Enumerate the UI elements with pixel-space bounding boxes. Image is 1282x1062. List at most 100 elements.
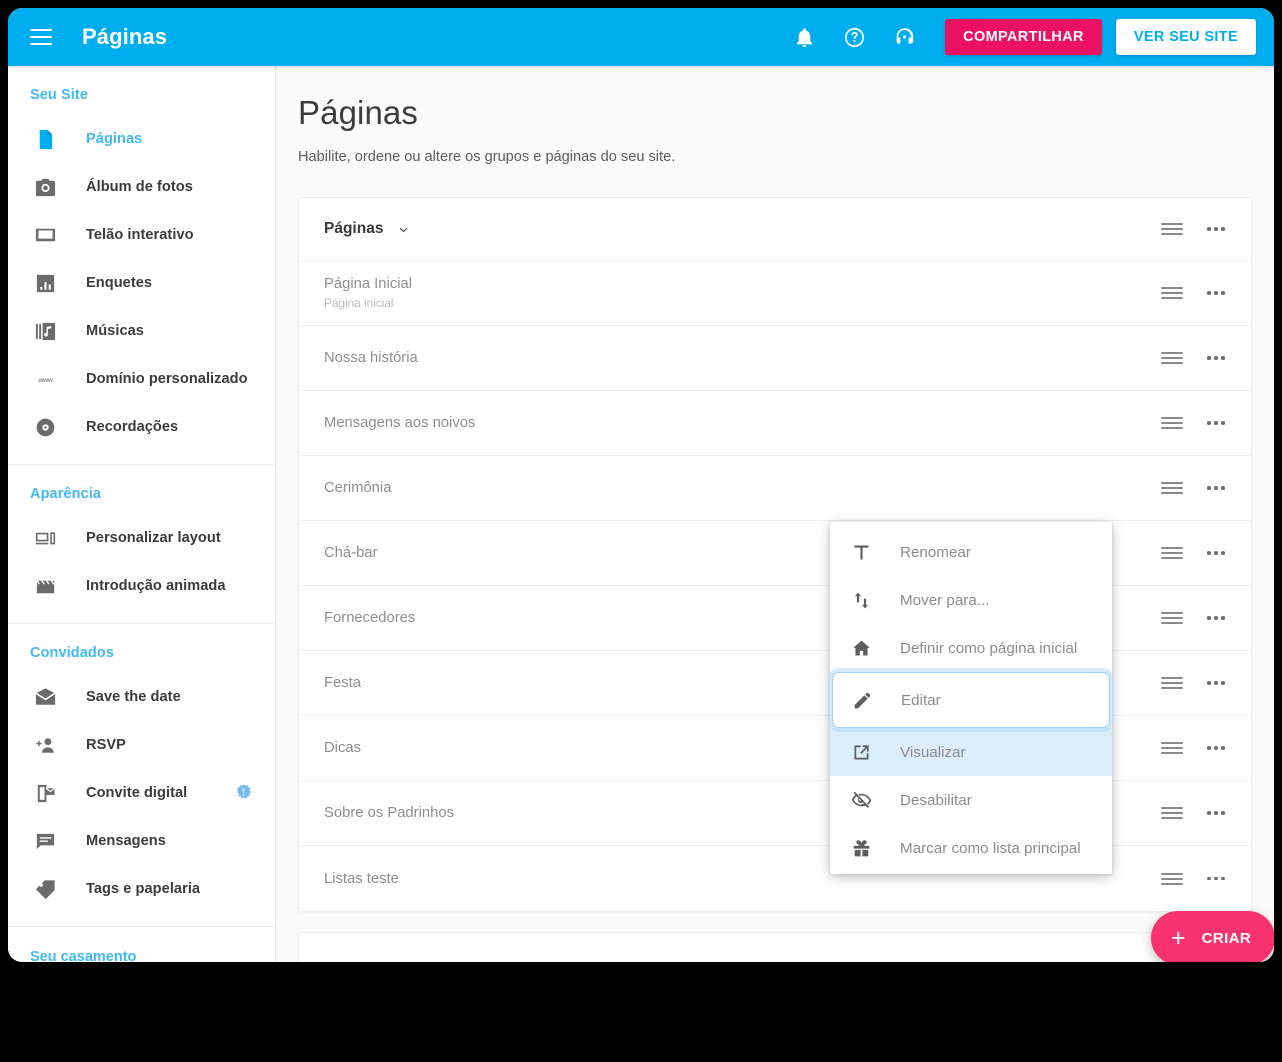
drag-handle-icon[interactable]	[1161, 284, 1183, 302]
external-link-icon	[848, 742, 874, 763]
headset-support-icon[interactable]	[891, 24, 917, 50]
sidebar-item-convite-digital[interactable]: Convite digital	[8, 769, 275, 817]
move-arrows-icon	[848, 590, 874, 611]
row-title: Listas teste	[324, 870, 399, 887]
page-title: Páginas	[298, 94, 418, 131]
row-title: Chá-bar	[324, 545, 378, 561]
sidebar-item-album-de-fotos[interactable]: Álbum de fotos	[8, 163, 275, 211]
envelope-icon	[30, 682, 60, 712]
drag-handle-icon[interactable]	[1161, 804, 1183, 822]
more-options-icon[interactable]	[1203, 282, 1229, 304]
sidebar-item-label: Convite digital	[86, 785, 188, 801]
context-menu-item-desabilitar[interactable]: Desabilitar	[830, 776, 1112, 824]
sidebar-item-tags-e-papelaria[interactable]: Tags e papelaria	[8, 865, 275, 913]
row-title: Dicas	[324, 740, 361, 756]
row-title: Página Inicial	[324, 276, 413, 292]
more-options-icon[interactable]	[1203, 607, 1229, 629]
sidebar-section-title: Seu Site	[30, 87, 89, 103]
table-row[interactable]: Página Inicial Página inicial	[299, 261, 1251, 326]
sidebar-item-rsvp[interactable]: RSVP	[8, 721, 275, 769]
sidebar-item-save-the-date[interactable]: Save the date	[8, 673, 275, 721]
sidebar-item-mensagens[interactable]: Mensagens	[8, 817, 275, 865]
sidebar-section-title: Aparência	[30, 486, 102, 502]
share-button[interactable]: COMPARTILHAR	[945, 19, 1102, 55]
sidebar-item-introducao-animada[interactable]: Introdução animada	[8, 562, 275, 610]
sidebar-item-label: Recordações	[86, 419, 179, 435]
context-menu-item-editar[interactable]: Editar	[832, 672, 1110, 728]
more-options-icon[interactable]	[1203, 347, 1229, 369]
hamburger-icon[interactable]	[30, 29, 52, 45]
table-row[interactable]: Nossa história	[299, 326, 1251, 391]
monitor-icon	[30, 220, 60, 250]
drag-handle-icon[interactable]	[1161, 544, 1183, 562]
row-title: Sobre os Padrinhos	[324, 805, 454, 821]
topbar-icon-group	[791, 24, 917, 50]
help-circle-icon[interactable]	[841, 24, 867, 50]
drag-handle-icon[interactable]	[1161, 349, 1183, 367]
more-options-icon[interactable]	[1203, 868, 1229, 890]
sidebar-item-personalizar-layout[interactable]: Personalizar layout	[8, 514, 275, 562]
more-options-icon[interactable]	[1203, 737, 1229, 759]
more-options-icon[interactable]	[1203, 802, 1229, 824]
sidebar-section-aparencia: Aparência Personalizar layout Introdução…	[8, 465, 275, 624]
chevron-down-icon[interactable]	[396, 222, 411, 237]
more-options-icon[interactable]	[1203, 542, 1229, 564]
row-title: Nossa história	[324, 350, 418, 366]
context-menu-item-label: Mover para...	[900, 591, 990, 609]
sidebar-item-telao-interativo[interactable]: Telão interativo	[8, 211, 275, 259]
view-site-button[interactable]: VER SEU SITE	[1115, 19, 1256, 55]
table-row[interactable]: Cerimônia	[299, 456, 1251, 521]
context-menu-item-visualizar[interactable]: Visualizar	[830, 728, 1112, 776]
create-fab-button[interactable]: + CRIAR	[1151, 911, 1274, 962]
sidebar-footer-link[interactable]: Seu casamento	[8, 927, 275, 962]
more-options-icon[interactable]	[1203, 412, 1229, 434]
drag-handle-icon[interactable]	[1161, 739, 1183, 757]
row-title: Cerimônia	[324, 480, 392, 496]
sidebar-item-label: Save the date	[86, 689, 181, 705]
more-options-icon[interactable]	[1203, 218, 1229, 240]
sidebar-item-enquetes[interactable]: Enquetes	[8, 259, 275, 307]
sidebar-item-dominio-personalizado[interactable]: www Domínio personalizado	[8, 355, 275, 403]
sidebar-item-label: Telão interativo	[86, 227, 194, 243]
drag-handle-icon[interactable]	[1161, 220, 1183, 238]
row-title: Mensagens aos noivos	[324, 415, 476, 431]
drag-handle-icon[interactable]	[1161, 870, 1183, 888]
sidebar-item-recordacoes[interactable]: Recordações	[8, 403, 275, 451]
page-title-topbar: Páginas	[82, 24, 168, 49]
drag-handle-icon[interactable]	[1161, 479, 1183, 497]
row-title: Fornecedores	[324, 610, 416, 626]
context-menu-item-marcar-como-lista-principal[interactable]: Marcar como lista principal	[830, 824, 1112, 872]
context-menu-item-definir-como-pagina-inicial[interactable]: Definir como página inicial	[830, 624, 1112, 672]
create-fab-label: CRIAR	[1201, 929, 1252, 947]
context-menu-item-label: Editar	[901, 691, 941, 709]
sidebar: Seu Site Páginas Álbum de fotos Telão in…	[8, 66, 276, 962]
sidebar-item-musicas[interactable]: Músicas	[8, 307, 275, 355]
drag-handle-icon[interactable]	[1161, 609, 1183, 627]
more-options-icon[interactable]	[1203, 672, 1229, 694]
pencil-icon	[849, 690, 875, 711]
drag-handle-icon[interactable]	[1161, 414, 1183, 432]
mobile-invite-icon	[30, 778, 60, 808]
document-icon	[30, 124, 60, 154]
row-title: Festa	[324, 675, 362, 691]
app-window: Páginas COMPARTILHAR VER SEU SITE Seu Si…	[8, 8, 1274, 962]
context-menu-item-renomear[interactable]: Renomear	[830, 528, 1112, 576]
plus-icon: +	[1171, 923, 1186, 952]
www-icon: www	[30, 364, 60, 394]
context-menu-item-mover-para[interactable]: Mover para...	[830, 576, 1112, 624]
table-row[interactable]: Mensagens aos noivos	[299, 391, 1251, 456]
page-subtitle: Habilite, ordene ou altere os grupos e p…	[298, 149, 676, 165]
group-header-row[interactable]: Páginas	[299, 198, 1251, 261]
text-format-icon	[848, 542, 874, 563]
more-options-icon[interactable]	[1203, 477, 1229, 499]
context-menu-item-label: Visualizar	[900, 743, 966, 761]
clapperboard-icon	[30, 571, 60, 601]
drag-handle-icon[interactable]	[1161, 674, 1183, 692]
gift-box-icon	[848, 838, 874, 859]
add-person-icon	[30, 730, 60, 760]
row-subtitle: Página inicial	[324, 296, 394, 310]
sidebar-item-paginas[interactable]: Páginas	[8, 115, 275, 163]
sidebar-item-label: Domínio personalizado	[86, 371, 248, 387]
bar-chart-icon	[30, 268, 60, 298]
bell-icon[interactable]	[791, 24, 817, 50]
